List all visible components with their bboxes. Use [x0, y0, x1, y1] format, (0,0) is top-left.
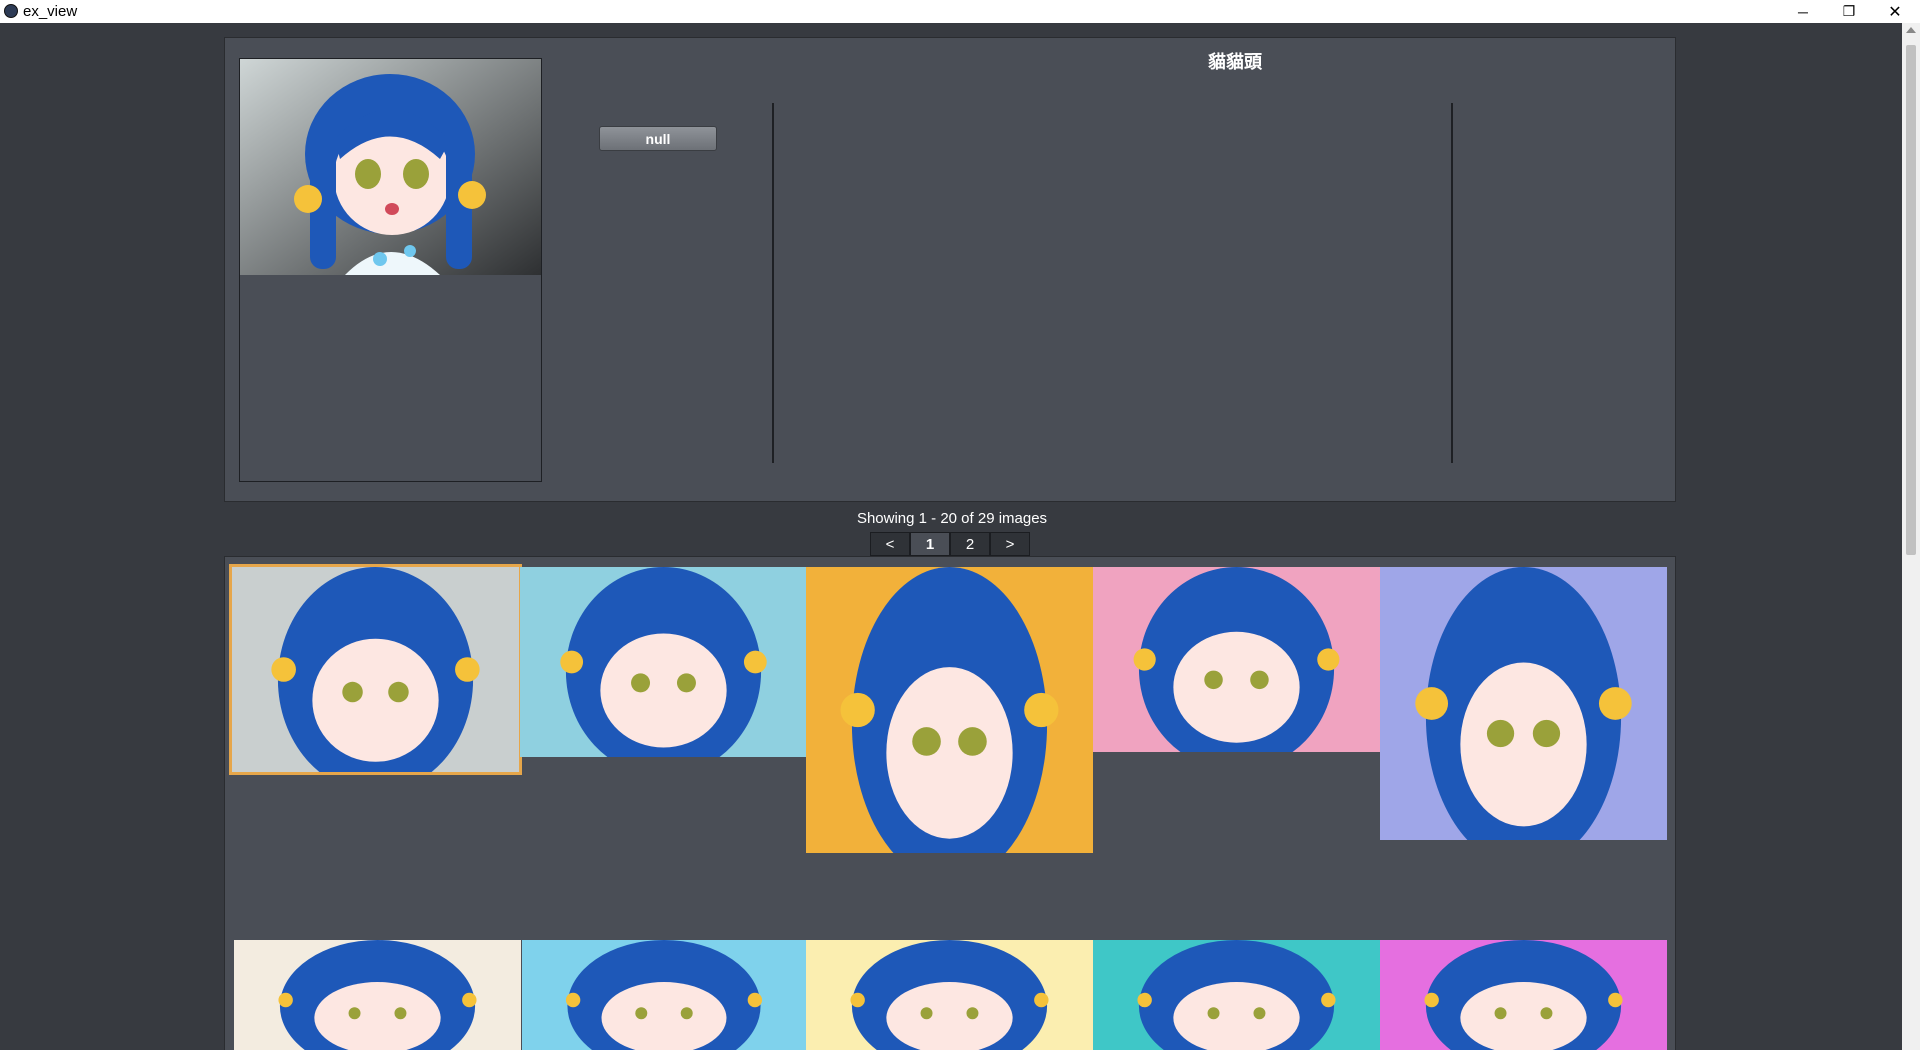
thumbnail[interactable]: [1380, 567, 1667, 840]
thumbnail[interactable]: [806, 567, 1093, 853]
results-summary: Showing 1 - 20 of 29 images: [856, 510, 1048, 527]
page-button-1[interactable]: 1: [910, 532, 950, 556]
thumbnail[interactable]: [522, 940, 806, 1050]
thumbnail[interactable]: [229, 564, 522, 775]
prev-page-button[interactable]: <: [870, 532, 910, 556]
next-page-button[interactable]: >: [990, 532, 1030, 556]
cover-image[interactable]: [240, 59, 541, 275]
scrollbar-thumb[interactable]: [1906, 45, 1916, 555]
gallery-title: 貓貓頭: [1208, 52, 1262, 72]
thumbnail[interactable]: [806, 940, 1093, 1050]
restore-icon[interactable]: ❐: [1826, 0, 1872, 23]
window-title-bar: ex_view ─ ❐ ✕: [0, 0, 1920, 23]
cover-frame: [239, 58, 542, 482]
thumbnail[interactable]: [1093, 940, 1380, 1050]
action-button[interactable]: null: [599, 126, 717, 151]
thumbnail[interactable]: [234, 940, 521, 1050]
thumbnail-grid: [224, 556, 1676, 1050]
page-button-2[interactable]: 2: [950, 532, 990, 556]
gallery-detail-panel: null 貓貓頭: [224, 37, 1676, 502]
scroll-up-icon[interactable]: [1906, 27, 1916, 33]
minimize-icon[interactable]: ─: [1780, 0, 1826, 23]
column-divider: [1451, 103, 1453, 463]
window-title: ex_view: [23, 3, 78, 20]
thumbnail[interactable]: [1380, 940, 1667, 1050]
pagination: < 1 2 >: [870, 532, 1030, 556]
column-divider: [772, 103, 774, 463]
thumbnail[interactable]: [520, 567, 807, 757]
thumbnail[interactable]: [1093, 567, 1380, 752]
vertical-scrollbar[interactable]: [1902, 23, 1920, 1050]
app-icon: [4, 4, 18, 18]
close-icon[interactable]: ✕: [1872, 0, 1918, 23]
